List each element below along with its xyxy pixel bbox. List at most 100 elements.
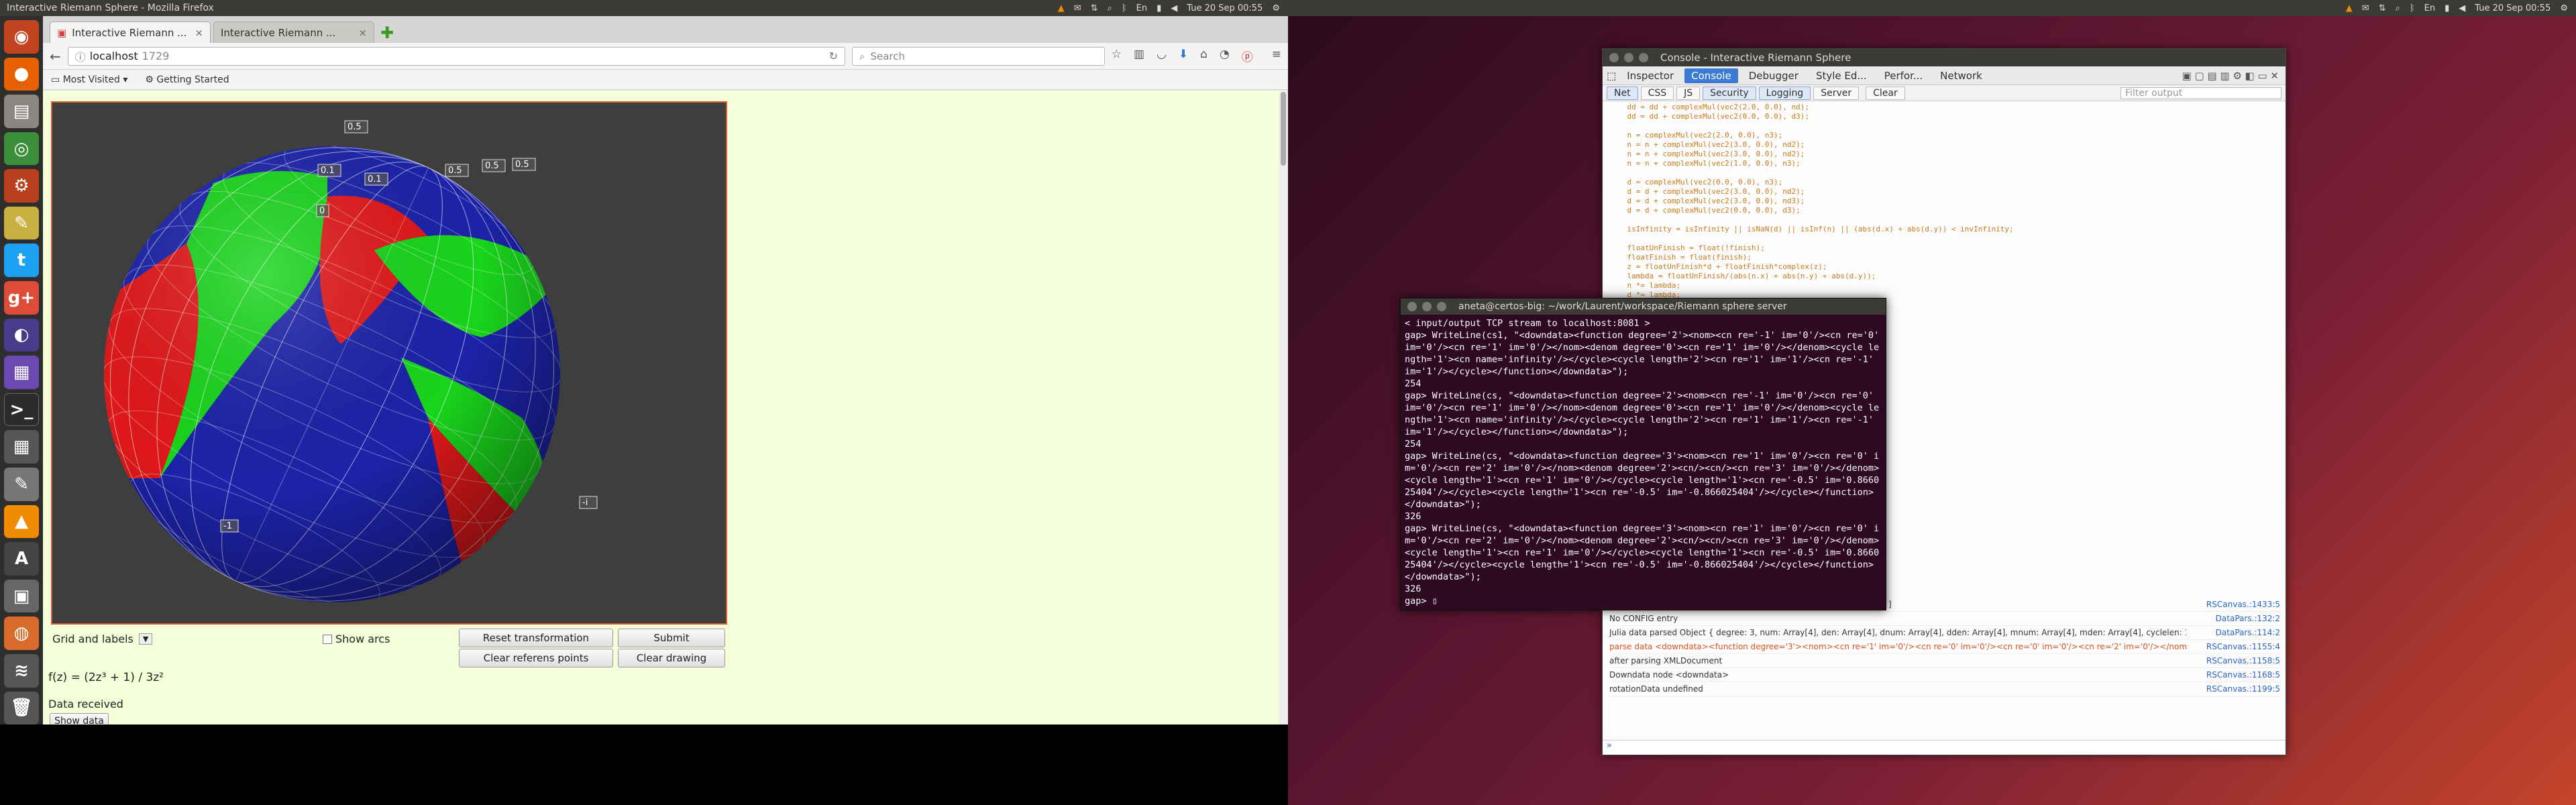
pick-element-icon[interactable]: ⬚ [1607,70,1616,82]
vlc-app-icon[interactable]: ▲ [4,504,39,539]
vlc-icon[interactable]: ▲ [1058,3,1065,13]
filter-css[interactable]: CSS [1640,86,1674,100]
scrollbar-thumb[interactable] [1281,92,1286,166]
tab-interactive-riemann-2[interactable]: Interactive Riemann ... × [213,21,374,43]
download-icon[interactable]: ⬇ [1179,48,1188,64]
console-input[interactable]: » [1603,740,2286,755]
tab-style-editor[interactable]: Style Ed... [1809,68,1874,83]
console-message-source[interactable]: RSCanvas.:1199:5 [2206,682,2280,696]
close-tab-icon[interactable]: × [358,27,367,39]
bluetooth-icon[interactable]: ᛒ [1122,3,1127,13]
bookmark-star-icon[interactable]: ☆ [1112,48,1122,64]
menu-icon[interactable]: ≡ [1272,48,1281,64]
home-icon[interactable]: ⌂ [1200,48,1208,64]
bluetooth-icon[interactable]: ᛒ [2410,3,2415,13]
keyboard-icon[interactable]: En [2424,3,2435,13]
clear-reference-points-button[interactable]: Clear referens points [459,649,613,667]
filter-security[interactable]: Security [1703,86,1756,100]
software-center-icon[interactable]: A [4,542,39,576]
clear-drawing-button[interactable]: Clear drawing [618,649,725,667]
console-message-source[interactable]: DataPars.:132:2 [2216,612,2280,625]
grid-select[interactable]: Grid and labels ▼ [52,633,153,645]
chrome-icon[interactable]: ◎ [4,131,39,166]
submit-button[interactable]: Submit [618,629,725,647]
search-icon[interactable]: ⌕ [2396,3,2400,13]
volume-icon[interactable]: ◀ [1171,3,1177,13]
search-input[interactable]: ⌕ Search [852,46,1105,66]
console-message-source[interactable]: DataPars.:114:2 [2216,626,2280,639]
mail-icon[interactable]: ✉ [1074,3,1081,13]
vlc-icon[interactable]: ▲ [2346,3,2353,13]
twitter-icon[interactable]: t [4,244,39,278]
clock-2[interactable]: Tue 20 Sep 00:55 [2475,3,2551,13]
archive-icon[interactable]: ◍ [4,616,39,650]
minimize-window-icon[interactable] [1624,53,1633,62]
settings-icon[interactable]: ⚙ [2560,3,2568,13]
clock[interactable]: Tue 20 Sep 00:55 [1187,3,1263,13]
show-data-button[interactable]: Show data [50,713,109,724]
files-icon[interactable]: ▤ [4,95,39,128]
tab-console[interactable]: Console [1684,68,1738,83]
close-tab-icon[interactable]: × [195,27,203,39]
bookmark-getting-started[interactable]: ⚙ Getting Started [145,74,229,85]
url-bar[interactable]: ⓘ localhost 1729 ↻ [67,46,846,66]
maximize-window-icon[interactable] [1437,302,1446,311]
new-tab-icon[interactable]: ✚ [377,23,397,43]
text-editor-icon[interactable]: ✎ [4,468,39,501]
info-icon[interactable]: ⓘ [75,48,86,64]
chevron-down-icon[interactable]: ▼ [138,633,153,645]
riemann-sphere-canvas[interactable]: 0.5 0.1 0.1 0 0.5 0.5 0.5 -1 -i [51,101,727,625]
battery-icon[interactable]: ▮ [2445,3,2449,13]
filter-output-input[interactable]: Filter output [2121,87,2282,99]
settings-icon[interactable]: ⚙ [1272,3,1280,13]
ubuntu-dash-icon[interactable]: ◉ [4,20,39,54]
terminal-window[interactable]: aneta@certos-big: ~/work/Laurent/workspa… [1400,298,1886,610]
search-icon[interactable]: ⌕ [1108,3,1112,13]
console-message-source[interactable]: RSCanvas.:1168:5 [2206,668,2280,682]
chat-icon[interactable]: ◔ [1220,48,1230,64]
mail-icon[interactable]: ✉ [2362,3,2369,13]
pinterest-icon[interactable]: ⓟ [1242,48,1253,64]
sticky-notes-icon[interactable]: ✎ [4,206,39,240]
tab-debugger[interactable]: Debugger [1742,68,1805,83]
bookmark-most-visited[interactable]: ▭ Most Visited ▾ [51,74,127,85]
console-message-source[interactable]: RSCanvas.:1433:5 [2206,598,2280,611]
page-scrollbar[interactable] [1279,91,1288,724]
tab-performance[interactable]: Perfor... [1878,68,1929,83]
calculator-icon[interactable]: ▦ [4,430,39,464]
network-icon[interactable]: ⇅ [2379,3,2386,13]
google-plus-icon[interactable]: g+ [4,281,39,315]
devtools-options-icon[interactable]: ▣ ▢ ▤ ▥ ⚙ ◧ ▭ ✕ [2182,70,2286,82]
clear-button[interactable]: Clear [1866,86,1905,100]
pocket-icon[interactable]: ◡ [1157,48,1167,64]
filter-net[interactable]: Net [1607,86,1638,100]
firefox-icon[interactable]: ● [4,57,39,91]
keyboard-icon[interactable]: En [1136,3,1147,13]
trash-icon[interactable]: 🗑 [4,691,39,725]
reading-list-icon[interactable]: ▥ [1134,48,1144,64]
battery-icon[interactable]: ▮ [1157,3,1161,13]
database-icon[interactable]: ▦ [4,356,39,389]
checkbox-box[interactable] [323,634,332,644]
tab-network[interactable]: Network [1933,68,1989,83]
reload-icon[interactable]: ↻ [829,50,838,62]
maximize-window-icon[interactable] [1639,53,1648,62]
terminal-icon[interactable]: >_ [4,392,39,427]
settings-app-icon[interactable]: ⚙ [4,169,39,203]
console-message-source[interactable]: RSCanvas.:1158:5 [2206,654,2280,667]
show-arcs-checkbox[interactable]: Show arcs [323,633,390,645]
reset-transformation-button[interactable]: Reset transformation [459,629,613,647]
close-window-icon[interactable] [1407,302,1417,311]
tab-interactive-riemann-1[interactable]: ▣ Interactive Riemann ... × [50,21,211,43]
filter-server[interactable]: Server [1813,86,1860,100]
wifi-icon[interactable]: ≋ [4,653,39,688]
eclipse-icon[interactable]: ◐ [4,318,39,352]
network-icon[interactable]: ⇅ [1091,3,1098,13]
volume-icon[interactable]: ◀ [2459,3,2465,13]
filter-logging[interactable]: Logging [1758,86,1811,100]
minimize-window-icon[interactable] [1422,302,1432,311]
tab-inspector[interactable]: Inspector [1620,68,1680,83]
console-message-source[interactable]: RSCanvas.:1155:4 [2206,640,2280,653]
terminal-output[interactable]: < input/output TCP stream to localhost:8… [1401,315,1886,608]
close-window-icon[interactable] [1609,53,1619,62]
